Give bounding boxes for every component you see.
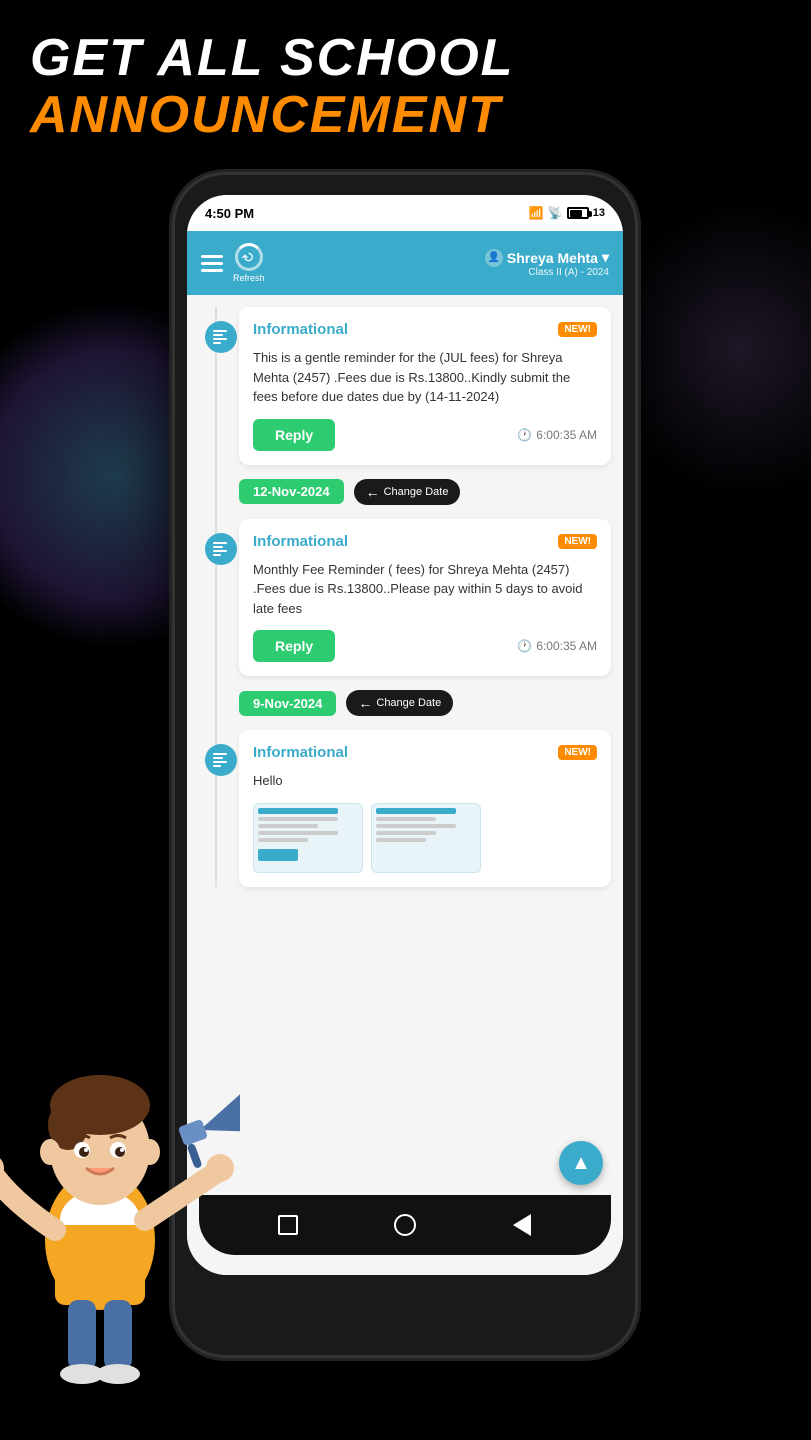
battery-fill: [570, 210, 583, 217]
new-badge-2: NEW!: [558, 534, 597, 549]
wifi-icon: 📡: [548, 206, 563, 220]
announcement-card-3: Informational NEW! Hello: [239, 730, 611, 887]
class-label: Class II (A) - 2024: [485, 267, 609, 278]
card-header-3: Informational NEW!: [253, 744, 597, 761]
card-title-1: Informational: [253, 321, 348, 338]
recent-apps-button[interactable]: [274, 1211, 302, 1239]
announcement-card-1: Informational NEW! This is a gentle remi…: [239, 307, 611, 465]
header-line2: ANNOUNCEMENT: [30, 87, 514, 144]
user-name-display[interactable]: 👤 Shreya Mehta ▾: [485, 249, 609, 267]
user-name-text: Shreya Mehta: [507, 250, 598, 266]
clock-icon-1: 🕐: [517, 428, 532, 442]
card-header-1: Informational NEW!: [253, 321, 597, 338]
attachment-images: [253, 803, 597, 873]
status-time: 4:50 PM: [205, 206, 254, 221]
change-date-button-1[interactable]: ← Change Date: [354, 479, 461, 505]
recent-apps-icon: [278, 1215, 298, 1235]
scroll-to-top-button[interactable]: ▲: [559, 1141, 603, 1185]
card-footer-1: Reply 🕐 6:00:35 AM: [253, 419, 597, 451]
time-text-2: 6:00:35 AM: [536, 639, 597, 653]
announcement-card-2: Informational NEW! Monthly Fee Reminder …: [239, 519, 611, 677]
bottom-nav: [199, 1195, 611, 1255]
attachment-thumb-2: [371, 803, 481, 873]
card-body-1: This is a gentle reminder for the (JUL f…: [253, 348, 597, 407]
refresh-label: Refresh: [233, 273, 265, 283]
phone-frame: 4:50 PM 📶 📡 13 ↻: [175, 175, 635, 1355]
timeline: Informational NEW! This is a gentle remi…: [199, 307, 611, 887]
header-line1: GET ALL SCHOOL: [30, 30, 514, 87]
date-pill-2: 9-Nov-2024: [239, 691, 336, 716]
change-date-button-2[interactable]: ← Change Date: [346, 690, 453, 716]
signal-icon: 📶: [529, 206, 544, 220]
dropdown-icon: ▾: [602, 249, 609, 266]
attachment-thumb-1: [253, 803, 363, 873]
time-text-1: 6:00:35 AM: [536, 428, 597, 442]
home-icon: [394, 1214, 416, 1236]
card-footer-2: Reply 🕐 6:00:35 AM: [253, 630, 597, 662]
page-header: GET ALL SCHOOL ANNOUNCEMENT: [30, 30, 514, 144]
card-body-2: Monthly Fee Reminder ( fees) for Shreya …: [253, 560, 597, 619]
card-title-3: Informational: [253, 744, 348, 761]
timestamp-1: 🕐 6:00:35 AM: [517, 428, 597, 442]
app-header: ↻ Refresh 👤 Shreya Mehta ▾ Class II (A) …: [187, 231, 623, 295]
card-title-2: Informational: [253, 533, 348, 550]
battery-percent: 13: [593, 207, 605, 219]
status-bar: 4:50 PM 📶 📡 13: [187, 195, 623, 231]
arrow-icon-2: ←: [358, 695, 372, 711]
arrow-icon-1: ←: [366, 484, 380, 500]
character-figure: [0, 920, 240, 1420]
new-badge-3: NEW!: [558, 745, 597, 760]
home-button[interactable]: [391, 1211, 419, 1239]
refresh-icon: ↻: [235, 243, 263, 271]
hamburger-menu-button[interactable]: [201, 255, 223, 272]
change-date-label-1: Change Date: [384, 486, 449, 498]
card-body-3: Hello: [253, 771, 597, 791]
battery-icon: [567, 207, 589, 219]
back-button[interactable]: [508, 1211, 536, 1239]
content-area: Informational NEW! This is a gentle remi…: [187, 295, 623, 1275]
card-icon-1: [205, 321, 237, 353]
scroll-up-icon: ▲: [571, 1153, 591, 1173]
character-svg: [0, 920, 240, 1420]
phone-screen: 4:50 PM 📶 📡 13 ↻: [187, 195, 623, 1275]
card-header-2: Informational NEW!: [253, 533, 597, 550]
clock-icon-2: 🕐: [517, 639, 532, 653]
card-icon-3: [205, 744, 237, 776]
new-badge-1: NEW!: [558, 322, 597, 337]
timestamp-2: 🕐 6:00:35 AM: [517, 639, 597, 653]
change-date-label-2: Change Date: [376, 697, 441, 709]
user-info: 👤 Shreya Mehta ▾ Class II (A) - 2024: [485, 249, 609, 278]
status-icons: 📶 📡 13: [529, 206, 605, 220]
card-icon-2: [205, 533, 237, 565]
date-separator-1: 12-Nov-2024 ← Change Date: [239, 479, 611, 505]
reply-button-1[interactable]: Reply: [253, 419, 335, 451]
header-left: ↻ Refresh: [201, 243, 265, 283]
date-separator-2: 9-Nov-2024 ← Change Date: [239, 690, 611, 716]
refresh-button[interactable]: ↻ Refresh: [233, 243, 265, 283]
date-pill-1: 12-Nov-2024: [239, 479, 344, 504]
reply-button-2[interactable]: Reply: [253, 630, 335, 662]
user-avatar-icon: 👤: [485, 249, 503, 267]
back-icon: [513, 1214, 531, 1236]
